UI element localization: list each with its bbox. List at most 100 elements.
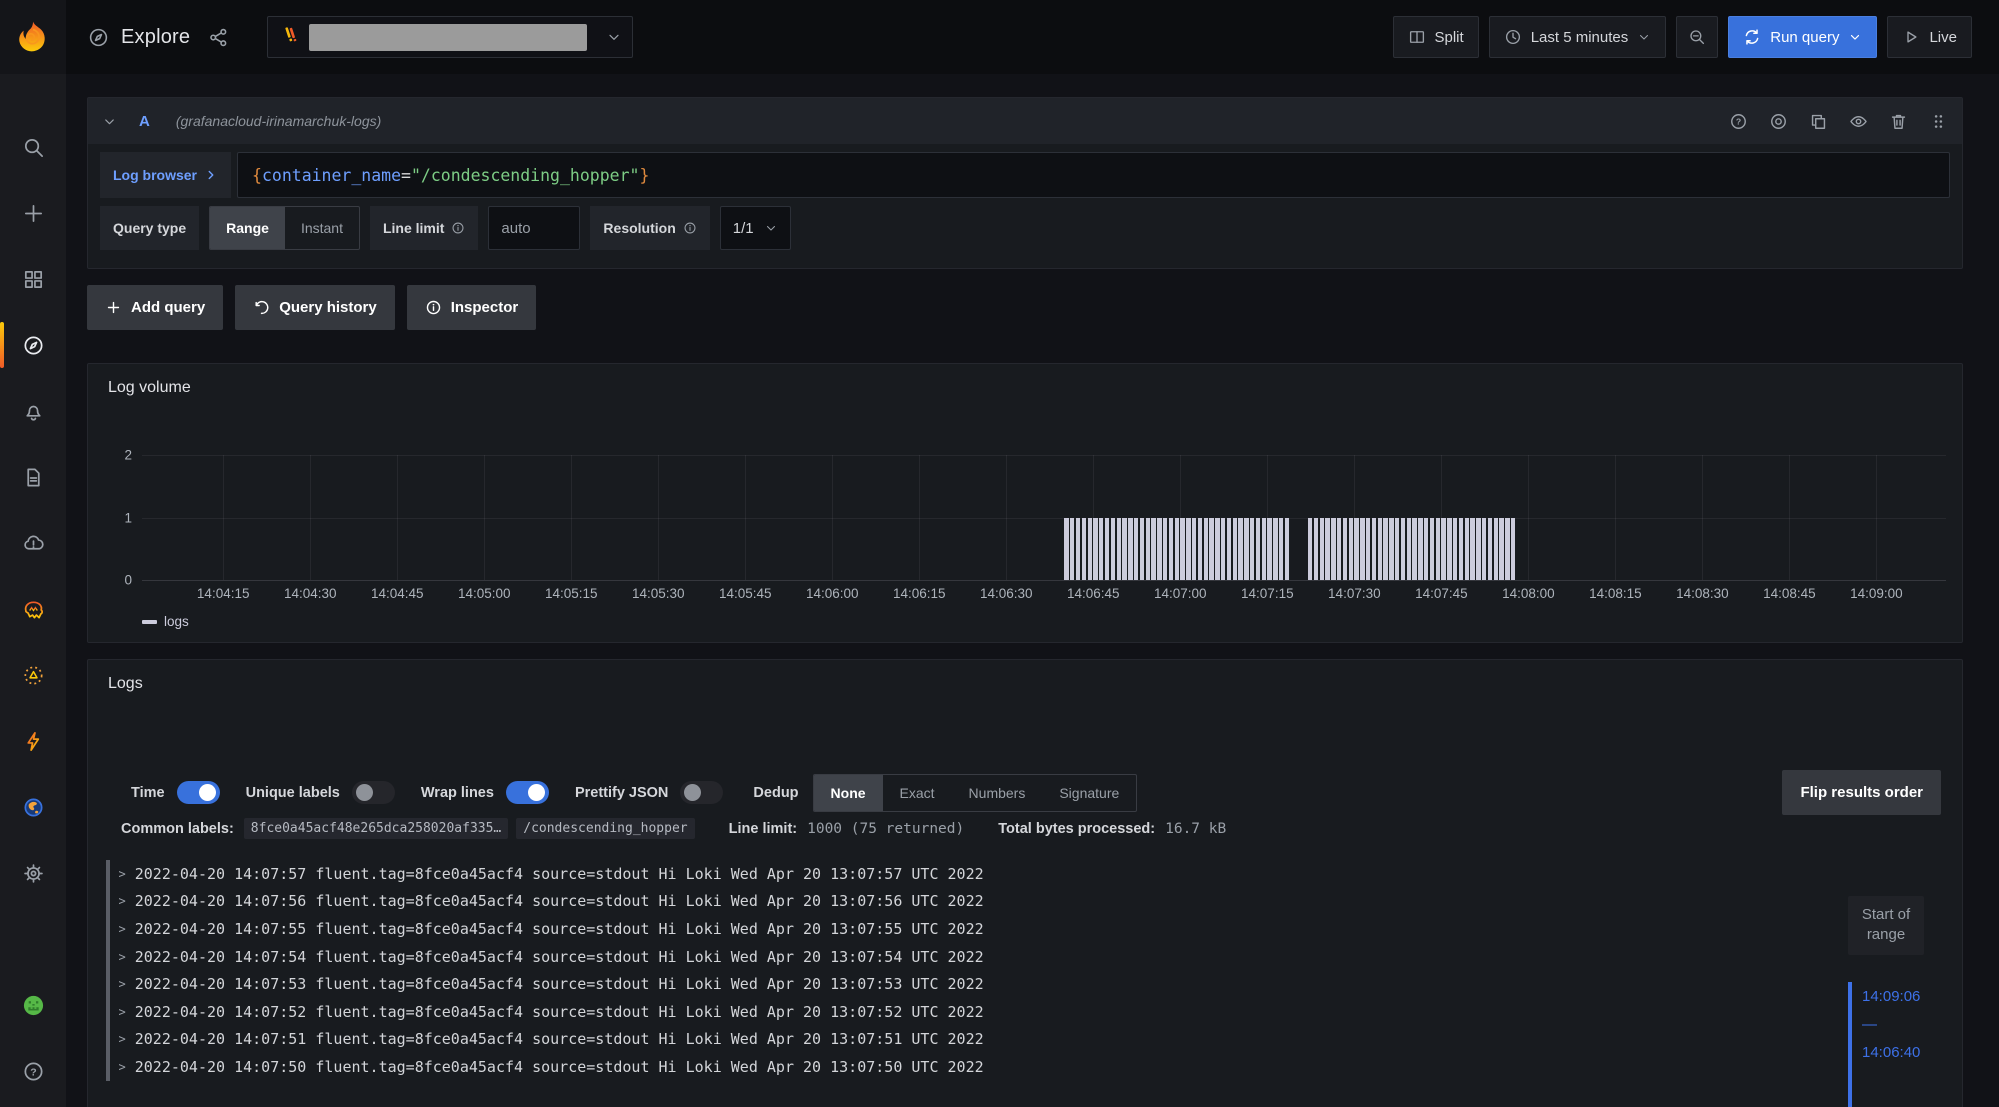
query-delete-button[interactable]	[1889, 112, 1908, 131]
expand-chevron-icon[interactable]: >	[119, 922, 126, 936]
sidebar-item-synthetic-monitoring[interactable]	[0, 774, 66, 840]
log-row[interactable]: >2022-04-20 14:07:57 fluent.tag=8fce0a45…	[106, 860, 1832, 888]
log-volume-bar	[1099, 518, 1103, 581]
toggle-group-wrap-lines: Wrap lines	[421, 781, 549, 804]
query-help-button[interactable]: ?	[1729, 112, 1748, 131]
start-of-range-button[interactable]: Start of range	[1848, 896, 1924, 955]
dedup-option-signature[interactable]: Signature	[1042, 775, 1136, 811]
log-volume-bar	[1227, 518, 1231, 581]
visible-range-indicator[interactable]: 14:09:06 — 14:06:40	[1848, 982, 1932, 1107]
query-disable-button[interactable]	[1769, 112, 1788, 131]
range-separator: —	[1862, 1016, 1932, 1033]
log-volume-bar	[1372, 518, 1376, 581]
run-query-button[interactable]: Run query	[1728, 16, 1877, 58]
sidebar-item-docs[interactable]	[0, 444, 66, 510]
topbar-right: Split Last 5 minutes Run query Live	[1393, 16, 1999, 58]
datasource-caret[interactable]	[596, 29, 632, 45]
common-label-chip[interactable]: /condescending_hopper	[516, 818, 694, 839]
expand-chevron-icon[interactable]: >	[119, 1032, 126, 1046]
toggle-wrap-lines[interactable]	[506, 781, 549, 804]
log-volume-bar	[1209, 518, 1213, 581]
add-query-button[interactable]: Add query	[87, 285, 223, 330]
chart-plot[interactable]	[142, 455, 1946, 580]
query-duplicate-button[interactable]	[1809, 112, 1828, 131]
sidebar-item-user-avatar[interactable]	[0, 985, 66, 1025]
sidebar-item-machine-learning[interactable]	[0, 576, 66, 642]
log-row[interactable]: >2022-04-20 14:07:51 fluent.tag=8fce0a45…	[106, 1026, 1832, 1054]
sidebar-item-alerting[interactable]	[0, 378, 66, 444]
grafana-logo[interactable]	[0, 0, 66, 74]
expand-chevron-icon[interactable]: >	[119, 894, 126, 908]
log-row[interactable]: >2022-04-20 14:07:55 fluent.tag=8fce0a45…	[106, 915, 1832, 943]
x-tick-label: 14:09:00	[1850, 586, 1903, 601]
chevron-down-icon	[764, 221, 778, 235]
query-type-options: RangeInstant	[209, 206, 360, 250]
sidebar-item-search[interactable]	[0, 114, 66, 180]
datasource-picker[interactable]	[267, 16, 633, 58]
time-range-button[interactable]: Last 5 minutes	[1489, 16, 1667, 58]
log-row[interactable]: >2022-04-20 14:07:50 fluent.tag=8fce0a45…	[106, 1053, 1832, 1081]
query-eye-button[interactable]	[1849, 112, 1868, 131]
toggle-knob	[528, 784, 545, 801]
inspector-button[interactable]: Inspector	[407, 285, 537, 330]
x-tick-label: 14:08:00	[1502, 586, 1555, 601]
query-type-option-instant[interactable]: Instant	[285, 207, 359, 249]
legend-item-logs[interactable]: logs	[142, 614, 189, 629]
sidebar-nav	[0, 114, 66, 906]
logs-controls: TimeUnique labelsWrap linesPrettify JSON…	[131, 770, 1941, 815]
expand-chevron-icon[interactable]: >	[119, 867, 126, 881]
log-row[interactable]: >2022-04-20 14:07:54 fluent.tag=8fce0a45…	[106, 943, 1832, 971]
chevron-right-icon	[204, 168, 218, 182]
split-button[interactable]: Split	[1393, 16, 1479, 58]
sidebar-item-incidents[interactable]	[0, 642, 66, 708]
query-token-op: =	[401, 166, 411, 185]
query-type-option-range[interactable]: Range	[210, 207, 285, 249]
query-history-button[interactable]: Query history	[235, 285, 395, 330]
sidebar-item-add[interactable]	[0, 180, 66, 246]
log-volume-bar	[1267, 518, 1271, 581]
expand-chevron-icon[interactable]: >	[119, 950, 126, 964]
grafana-flame-icon	[16, 20, 50, 54]
sidebar-item-help[interactable]: ?	[0, 1051, 66, 1091]
log-volume-bar	[1163, 518, 1167, 581]
sidebar-item-cloud-alerting[interactable]	[0, 510, 66, 576]
sidebar-item-settings[interactable]	[0, 840, 66, 906]
expand-chevron-icon[interactable]: >	[119, 1060, 126, 1074]
log-volume-bar	[1204, 518, 1208, 581]
toggle-time[interactable]	[177, 781, 220, 804]
live-button[interactable]: Live	[1887, 16, 1972, 58]
sidebar-item-explore[interactable]	[0, 312, 66, 378]
toggle-unique-labels[interactable]	[352, 781, 395, 804]
collapse-chevron-icon[interactable]	[102, 114, 117, 129]
dedup-option-none[interactable]: None	[814, 775, 883, 811]
log-volume-bar	[1146, 518, 1150, 581]
dedup-option-exact[interactable]: Exact	[883, 775, 952, 811]
expand-chevron-icon[interactable]: >	[119, 977, 126, 991]
x-tick-label: 14:08:30	[1676, 586, 1729, 601]
common-label-chip[interactable]: 8fce0a45acf48e265dca258020af335…	[244, 818, 508, 839]
zoom-out-button[interactable]	[1676, 16, 1718, 58]
expand-chevron-icon[interactable]: >	[119, 1005, 126, 1019]
explore-content: A (grafanacloud-irinamarchuk-logs) ? Log…	[66, 74, 1999, 1107]
share-icon[interactable]	[208, 27, 229, 48]
log-row[interactable]: >2022-04-20 14:07:53 fluent.tag=8fce0a45…	[106, 970, 1832, 998]
log-row[interactable]: >2022-04-20 14:07:52 fluent.tag=8fce0a45…	[106, 998, 1832, 1026]
x-tick-label: 14:04:45	[371, 586, 424, 601]
toggle-label: Wrap lines	[421, 785, 494, 801]
resolution-select[interactable]: 1/1	[720, 206, 791, 250]
sidebar-item-dashboards[interactable]	[0, 246, 66, 312]
log-volume-bar	[1447, 518, 1451, 581]
sidebar-bottom: ?	[0, 985, 66, 1091]
dedup-option-numbers[interactable]: Numbers	[952, 775, 1043, 811]
toggle-prettify-json[interactable]	[680, 781, 723, 804]
sidebar-item-performance-testing[interactable]	[0, 708, 66, 774]
log-row[interactable]: >2022-04-20 14:07:56 fluent.tag=8fce0a45…	[106, 888, 1832, 916]
query-expression[interactable]: {container_name="/condescending_hopper"}	[237, 152, 1950, 198]
svg-text:?: ?	[1736, 116, 1741, 126]
x-tick-label: 14:05:15	[545, 586, 598, 601]
line-limit-input[interactable]	[488, 206, 580, 250]
log-browser-button[interactable]: Log browser	[100, 152, 231, 198]
flip-results-order-button[interactable]: Flip results order	[1782, 770, 1941, 815]
log-volume-bar	[1088, 518, 1092, 581]
query-drag-handle[interactable]	[1929, 112, 1948, 131]
